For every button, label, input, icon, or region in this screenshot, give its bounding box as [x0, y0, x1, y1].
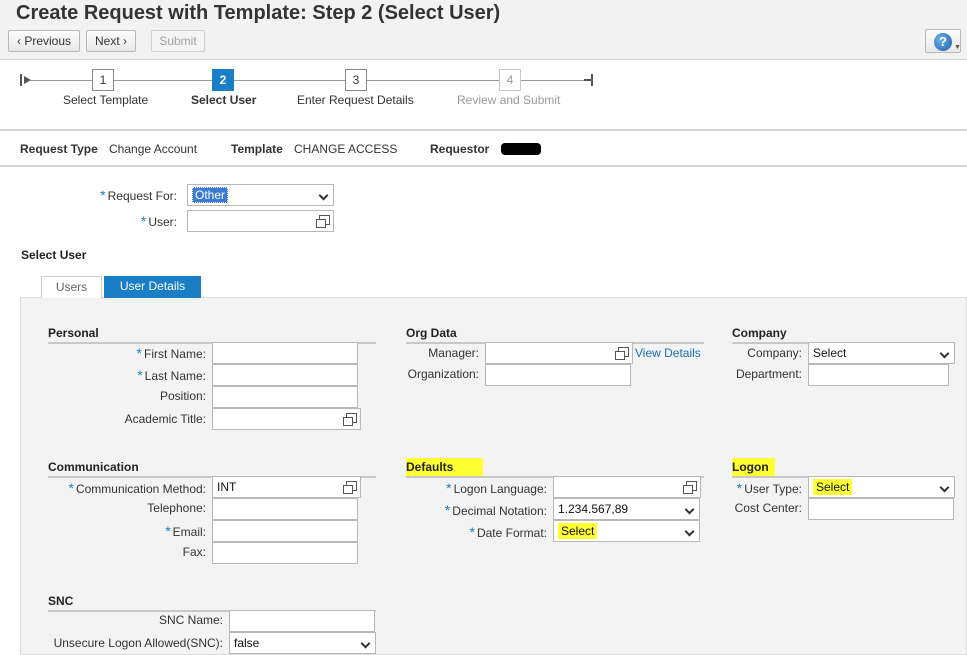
snc-name-label: SNC Name:: [158, 613, 223, 627]
value-help-icon[interactable]: [683, 481, 697, 494]
company-label: Company:: [747, 346, 802, 360]
decimal-notation-value: 1.234.567,89: [558, 502, 629, 516]
roadmap-step-2[interactable]: 2: [212, 69, 234, 91]
help-icon: ?: [934, 33, 952, 51]
date-format-label: * Date Format:: [469, 524, 547, 540]
value-help-icon[interactable]: [615, 347, 629, 360]
chevron-left-icon: ‹: [16, 34, 21, 48]
last-name-input[interactable]: [212, 364, 358, 386]
communication-method-label: * Communication Method:: [68, 480, 206, 496]
communication-method-input[interactable]: INT: [212, 476, 361, 498]
roadmap-end-icon: [584, 74, 594, 87]
dropdown-arrow-icon: ▼: [954, 44, 961, 51]
logon-language-label: * Logon Language:: [446, 480, 547, 496]
manager-label: Manager:: [428, 346, 479, 360]
previous-button[interactable]: ‹ Previous: [8, 30, 80, 52]
chevron-down-icon: [360, 638, 371, 649]
roadmap-label-1: Select Template: [63, 93, 149, 107]
tab-user-details[interactable]: User Details: [104, 276, 201, 298]
communication-method-value: INT: [217, 480, 237, 494]
page-title: Create Request with Template: Step 2 (Se…: [16, 2, 501, 24]
roadmap-label-2: Select User: [191, 93, 257, 107]
chevron-right-icon: ›: [123, 34, 128, 48]
value-help-icon[interactable]: [343, 413, 357, 426]
chevron-down-icon: [939, 482, 950, 493]
academic-title-label: Academic Title:: [124, 412, 206, 426]
telephone-label: Telephone:: [147, 501, 206, 515]
decimal-notation-select[interactable]: 1.234.567,89: [553, 498, 700, 520]
help-button[interactable]: ? ▼: [925, 29, 961, 53]
requestor-label: Requestor: [430, 142, 490, 156]
position-input[interactable]: [212, 386, 358, 408]
request-for-select[interactable]: Other: [187, 184, 334, 206]
select-user-title: Select User: [21, 248, 87, 262]
unsecure-logon-value: false: [234, 636, 260, 650]
department-input[interactable]: [808, 364, 949, 386]
request-for-value: Other: [192, 187, 229, 203]
last-name-label: * Last Name:: [137, 367, 206, 383]
next-button-label: Next: [94, 34, 120, 48]
request-type-label: Request Type: [20, 142, 98, 156]
organization-label: Organization:: [407, 367, 479, 381]
first-name-input[interactable]: [212, 342, 358, 364]
snc-name-input[interactable]: [229, 610, 375, 632]
request-for-label: * Request For:: [100, 187, 177, 203]
value-help-icon[interactable]: [316, 215, 330, 228]
user-type-value: Select: [813, 479, 853, 495]
tab-users[interactable]: Users: [41, 276, 102, 298]
requestor-redacted: [501, 143, 541, 155]
value-help-icon[interactable]: [343, 481, 357, 494]
chevron-down-icon: [939, 348, 950, 359]
company-select[interactable]: Select: [808, 342, 955, 364]
template-label: Template: [231, 142, 283, 156]
manager-input[interactable]: [485, 342, 633, 364]
first-name-label: * First Name:: [136, 345, 206, 361]
roadmap-step-4[interactable]: 4: [499, 69, 521, 91]
chevron-down-icon: [684, 504, 695, 515]
separator-bottom: [0, 165, 967, 167]
submit-button[interactable]: Submit: [151, 30, 205, 52]
chevron-down-icon: [318, 190, 329, 201]
user-type-label: * User Type:: [736, 480, 802, 496]
logon-language-input[interactable]: [553, 476, 701, 498]
organization-input[interactable]: [485, 364, 631, 386]
separator-top: [0, 129, 967, 131]
fax-label: Fax:: [182, 545, 206, 559]
roadmap-label-4: Review and Submit: [457, 93, 561, 107]
fax-input[interactable]: [212, 542, 358, 564]
cost-center-input[interactable]: [808, 498, 954, 520]
decimal-notation-label: * Decimal Notation:: [444, 502, 547, 518]
email-label: * Email:: [165, 523, 206, 539]
company-value: Select: [813, 346, 847, 360]
chevron-down-icon: [684, 526, 695, 537]
unsecure-logon-select[interactable]: false: [229, 632, 376, 654]
user-input[interactable]: [187, 210, 334, 232]
user-label: * User:: [140, 213, 177, 229]
academic-title-input[interactable]: [212, 408, 361, 430]
roadmap-step-1[interactable]: 1: [92, 69, 114, 91]
date-format-select[interactable]: Select: [553, 520, 700, 542]
user-type-select[interactable]: Select: [808, 476, 955, 498]
request-type-value: Change Account: [109, 142, 198, 156]
department-label: Department:: [735, 367, 802, 381]
view-details-link[interactable]: View Details: [635, 346, 701, 360]
next-button[interactable]: Next ›: [86, 30, 136, 52]
email-input[interactable]: [212, 520, 358, 542]
roadmap-label-3: Enter Request Details: [297, 93, 414, 107]
position-label: Position:: [159, 389, 206, 403]
roadmap-step-3[interactable]: 3: [345, 69, 367, 91]
cost-center-label: Cost Center:: [734, 501, 802, 515]
unsecure-logon-label: Unsecure Logon Allowed(SNC):: [53, 636, 223, 650]
date-format-value: Select: [558, 523, 598, 539]
telephone-input[interactable]: [212, 498, 358, 520]
previous-button-label: Previous: [24, 34, 72, 48]
template-value: CHANGE ACCESS: [294, 142, 398, 156]
